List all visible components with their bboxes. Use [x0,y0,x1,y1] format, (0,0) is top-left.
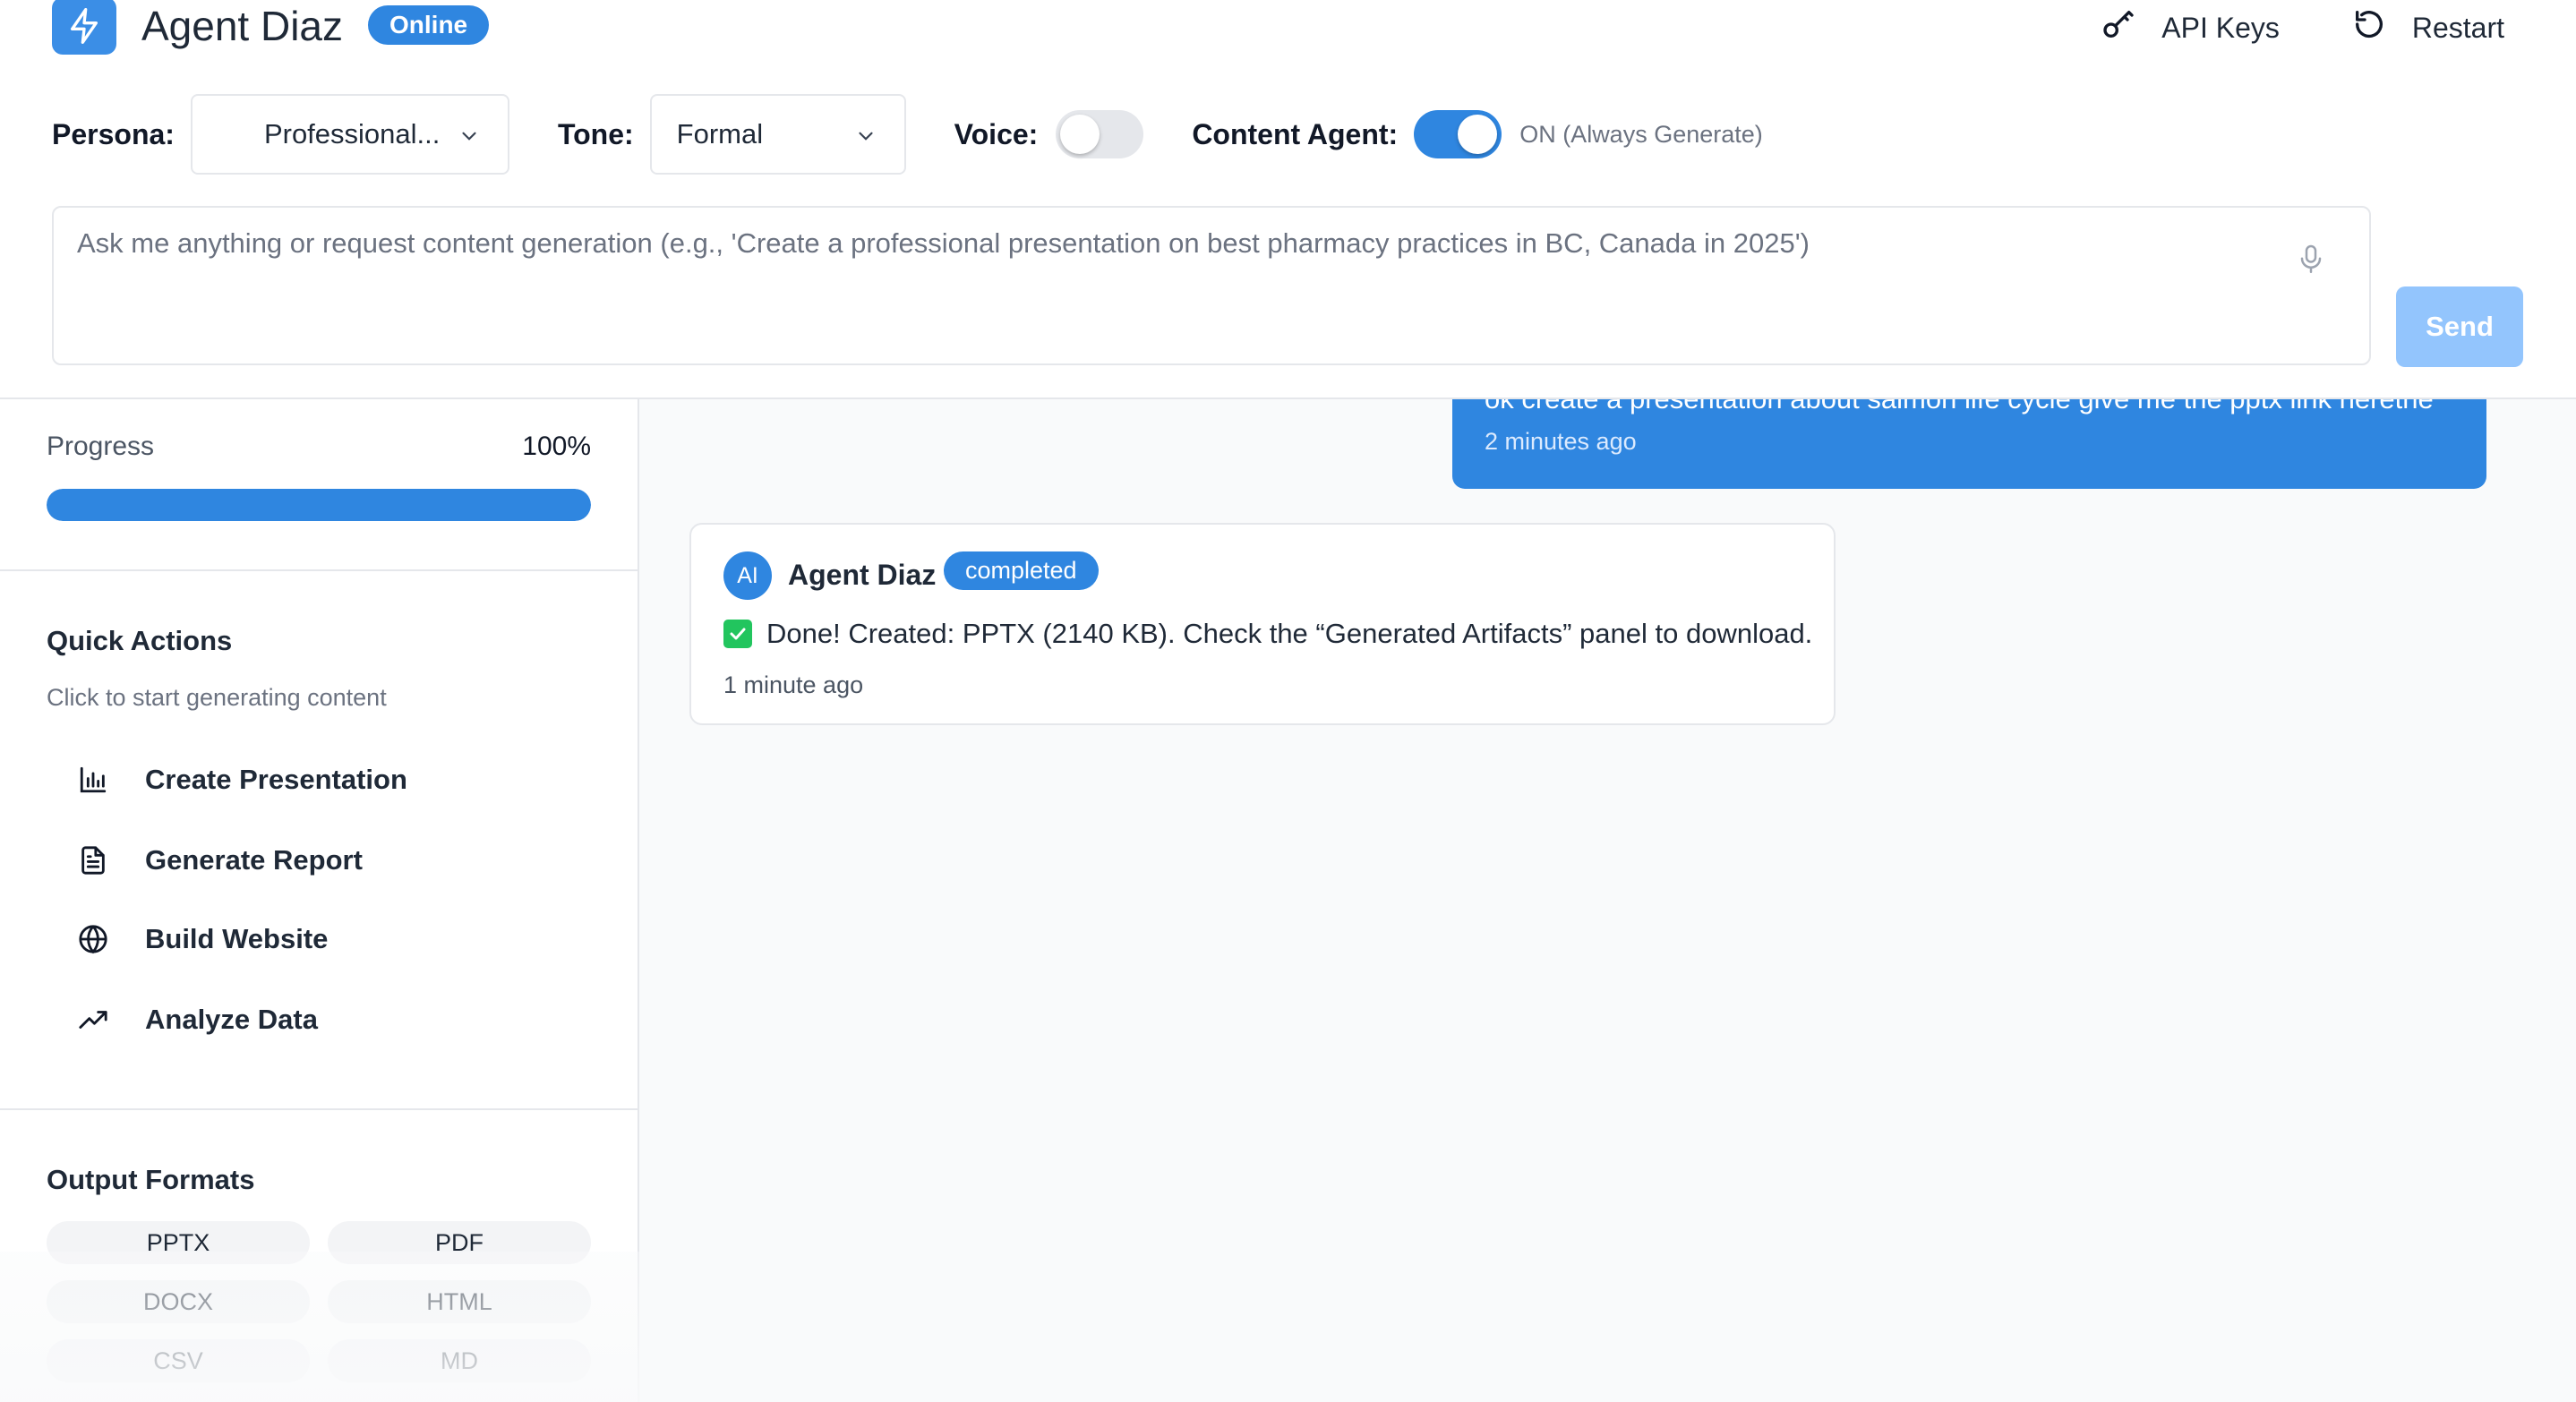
restart-label: Restart [2411,11,2504,44]
format-chip-pptx[interactable]: PPTX [47,1221,310,1264]
quick-action-generate-report[interactable]: Generate Report [75,829,363,892]
restart-icon [2351,6,2387,49]
prompt-box [52,206,2371,365]
tone-select[interactable]: Formal [649,94,906,175]
top-panel: Agent Diaz Online API Keys Restart Perso… [0,0,2576,399]
sidebar: Progress 100% Quick Actions Click to sta… [0,399,639,1402]
api-keys-label: API Keys [2161,11,2280,44]
controls-bar: Persona: Professional... Tone: Formal Vo… [52,94,1763,175]
quick-action-analyze-data[interactable]: Analyze Data [75,988,318,1051]
toggle-knob [1458,115,1498,154]
quick-actions-subtitle: Click to start generating content [47,684,387,711]
quick-action-label: Generate Report [145,844,363,876]
chat-area: ok create a presentation about salmon li… [639,381,2576,1402]
tone-value: Formal [676,118,764,150]
document-icon [75,842,111,878]
completed-badge: completed [944,551,1099,590]
avatar: AI [723,551,772,600]
quick-action-label: Build Website [145,923,329,954]
trending-up-icon [75,1002,111,1038]
progress-header: Progress 100% [47,432,591,462]
agent-message-text: Done! Created: PPTX (2140 KB). Check the… [766,618,1813,649]
key-icon [2101,6,2136,49]
content-agent-status: ON (Always Generate) [1519,120,1763,148]
progress-bar [47,489,591,521]
agent-message-time: 1 minute ago [723,671,864,698]
voice-toggle[interactable] [1056,110,1144,158]
globe-icon [75,921,111,957]
send-button[interactable]: Send [2396,286,2523,367]
tone-label: Tone: [557,117,634,150]
quick-action-label: Create Presentation [145,764,407,795]
quick-actions-title: Quick Actions [47,625,233,656]
format-chip-md[interactable]: MD [328,1339,591,1382]
agent-name: Agent Diaz [788,559,937,591]
persona-select[interactable]: Professional... [190,94,509,175]
divider [0,1108,638,1110]
lightning-icon [52,0,116,55]
content-agent-toggle[interactable] [1414,110,1502,158]
brand: Agent Diaz Online [52,0,490,56]
quick-action-label: Analyze Data [145,1004,318,1035]
voice-label: Voice: [954,117,1039,150]
format-chip-pdf[interactable]: PDF [328,1221,591,1264]
progress-label: Progress [47,432,155,461]
format-chip-docx[interactable]: DOCX [47,1280,310,1323]
content-agent-label: Content Agent: [1192,117,1399,150]
restart-button[interactable]: Restart [2351,6,2504,49]
api-keys-button[interactable]: API Keys [2101,6,2280,49]
quick-action-build-website[interactable]: Build Website [75,908,328,970]
toggle-knob [1060,115,1100,154]
microphone-icon[interactable] [2298,244,2324,280]
status-badge: Online [368,5,490,45]
format-chip-html[interactable]: HTML [328,1280,591,1323]
agent-message: AI Agent Diaz completed Done! Created: P… [689,523,1836,725]
persona-label: Persona: [52,117,175,150]
chevron-down-icon [854,123,877,155]
agent-message-body: Done! Created: PPTX (2140 KB). Check the… [723,618,1812,650]
persona-value: Professional... [263,118,441,150]
progress-fill [47,489,591,521]
app-title: Agent Diaz [141,3,344,49]
prompt-input[interactable] [77,227,2298,344]
header-actions: API Keys Restart [2101,0,2504,56]
format-chip-csv[interactable]: CSV [47,1339,310,1382]
bar-chart-icon [75,762,111,798]
chevron-down-icon [458,123,481,155]
progress-value: 100% [522,432,591,461]
output-formats-title: Output Formats [47,1164,255,1195]
quick-action-create-presentation[interactable]: Create Presentation [75,748,407,811]
user-message-time: 2 minutes ago [1485,428,1637,455]
divider [0,569,638,571]
check-icon [723,620,752,648]
